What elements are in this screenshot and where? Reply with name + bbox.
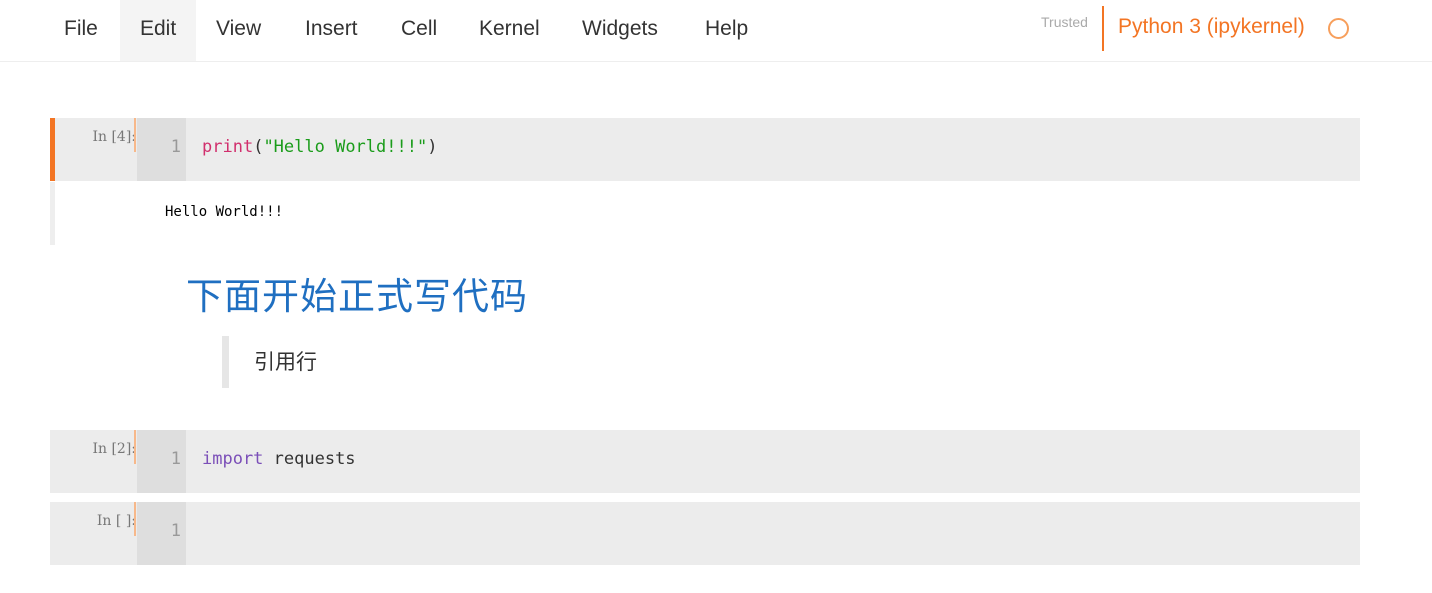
- blockquote-bar: [222, 336, 229, 388]
- trusted-indicator[interactable]: Trusted: [1041, 14, 1088, 30]
- code-cell-empty[interactable]: In [ ]: 1: [50, 502, 1360, 565]
- prompt-marker: [134, 430, 136, 464]
- output-text: Hello World!!!: [165, 204, 284, 220]
- input-prompt: In [4]:: [92, 129, 136, 145]
- line-number: 1: [137, 502, 186, 565]
- kernel-separator: [1102, 6, 1104, 51]
- line-number: 1: [137, 430, 186, 493]
- line-number: 1: [137, 118, 186, 181]
- menu-view[interactable]: View: [196, 0, 281, 61]
- code-string: "Hello World!!!": [263, 137, 428, 157]
- code-cell[interactable]: In [2]: 1 import requests: [50, 430, 1360, 493]
- input-prompt: In [2]:: [92, 441, 136, 457]
- kernel-idle-icon: [1328, 18, 1349, 39]
- code-line[interactable]: print("Hello World!!!"): [202, 137, 437, 157]
- code-paren-close: ): [427, 137, 438, 157]
- menu-help[interactable]: Help: [685, 0, 768, 61]
- menu-file[interactable]: File: [44, 0, 120, 61]
- menu-widgets[interactable]: Widgets: [562, 0, 678, 61]
- input-prompt: In [ ]:: [96, 513, 136, 529]
- blockquote-text: 引用行: [254, 350, 317, 374]
- menu-kernel[interactable]: Kernel: [459, 0, 560, 61]
- code-line[interactable]: import requests: [202, 449, 356, 469]
- prompt-marker: [134, 502, 136, 536]
- code-editor[interactable]: 1 import requests: [137, 430, 1360, 493]
- code-editor[interactable]: 1 print("Hello World!!!"): [137, 118, 1360, 181]
- code-paren-open: (: [253, 137, 264, 157]
- prompt-marker: [134, 118, 136, 152]
- code-builtin: print: [202, 137, 254, 157]
- markdown-heading: 下面开始正式写代码: [186, 275, 528, 318]
- code-cell-selected[interactable]: In [4]: 1 print("Hello World!!!"): [50, 118, 1360, 181]
- code-text: requests: [263, 449, 356, 469]
- menu-edit[interactable]: Edit: [120, 0, 196, 61]
- kernel-name[interactable]: Python 3 (ipykernel): [1118, 15, 1305, 39]
- menu-insert[interactable]: Insert: [285, 0, 378, 61]
- cell-output: Hello World!!!: [50, 182, 1360, 245]
- code-editor[interactable]: 1: [137, 502, 1360, 565]
- menu-bar: File Edit View Insert Cell Kernel Widget…: [0, 0, 1432, 62]
- code-keyword: import: [202, 449, 264, 469]
- menu-cell[interactable]: Cell: [381, 0, 457, 61]
